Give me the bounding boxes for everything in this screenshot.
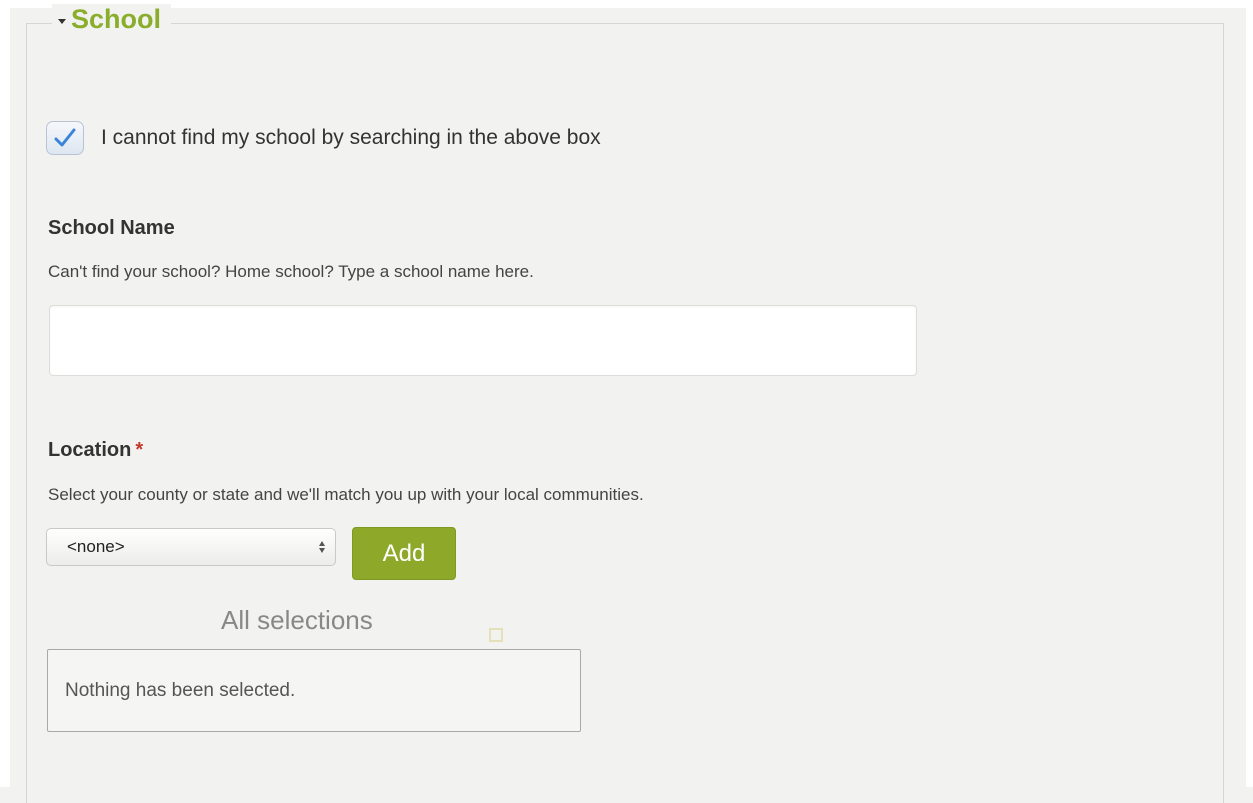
page-frame: School I cannot find my school by search…: [0, 0, 1253, 803]
section-title: School: [71, 4, 162, 34]
cannot-find-school-label[interactable]: I cannot find my school by searching in …: [101, 126, 601, 150]
location-label: Location *: [48, 439, 143, 462]
checkmark-icon: [54, 128, 76, 147]
selections-list: Nothing has been selected.: [47, 649, 581, 732]
caret-down-icon: [58, 19, 66, 24]
school-name-help: Can't find your school? Home school? Typ…: [48, 262, 534, 281]
location-select-value: <none>: [67, 537, 125, 556]
cannot-find-school-checkbox[interactable]: [46, 121, 84, 155]
required-marker: *: [135, 439, 144, 461]
selections-empty-text: Nothing has been selected.: [65, 679, 296, 701]
school-name-input[interactable]: [49, 305, 917, 376]
school-section-toggle[interactable]: School: [52, 4, 172, 35]
selection-marker-icon: [489, 628, 503, 642]
cannot-find-school-row: I cannot find my school by searching in …: [46, 121, 601, 155]
location-label-text: Location: [48, 439, 132, 461]
location-select[interactable]: <none>: [46, 528, 336, 566]
school-name-label: School Name: [48, 217, 175, 239]
location-help: Select your county or state and we'll ma…: [48, 485, 644, 504]
select-arrows-icon: [319, 541, 325, 553]
all-selections-title: All selections: [221, 605, 373, 635]
add-location-button[interactable]: Add: [352, 527, 456, 580]
